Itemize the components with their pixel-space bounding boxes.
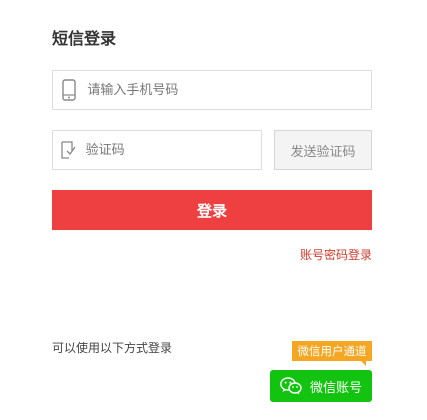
- wechat-login-button[interactable]: 微信账号: [270, 370, 372, 402]
- phone-field[interactable]: [52, 70, 372, 110]
- send-code-button[interactable]: 发送验证码: [274, 130, 372, 170]
- other-login-label: 可以使用以下方式登录: [52, 341, 173, 355]
- phone-icon: [53, 71, 85, 109]
- verify-code-icon: [53, 131, 84, 169]
- page-title: 短信登录: [52, 29, 117, 48]
- wechat-button-label: 微信账号: [309, 380, 362, 396]
- code-field[interactable]: [52, 130, 262, 170]
- phone-input[interactable]: [85, 71, 371, 109]
- wechat-icon: [280, 377, 302, 395]
- account-password-login-link[interactable]: 账号密码登录: [300, 246, 372, 263]
- login-button[interactable]: 登录: [52, 190, 372, 230]
- code-input[interactable]: [83, 131, 261, 169]
- wechat-user-channel-badge: 微信用户通道: [292, 341, 372, 366]
- sms-login-panel: 短信登录 发送验证码 登录 账号密码登录 可以使用以下方式登录 微信用户通道: [0, 0, 427, 420]
